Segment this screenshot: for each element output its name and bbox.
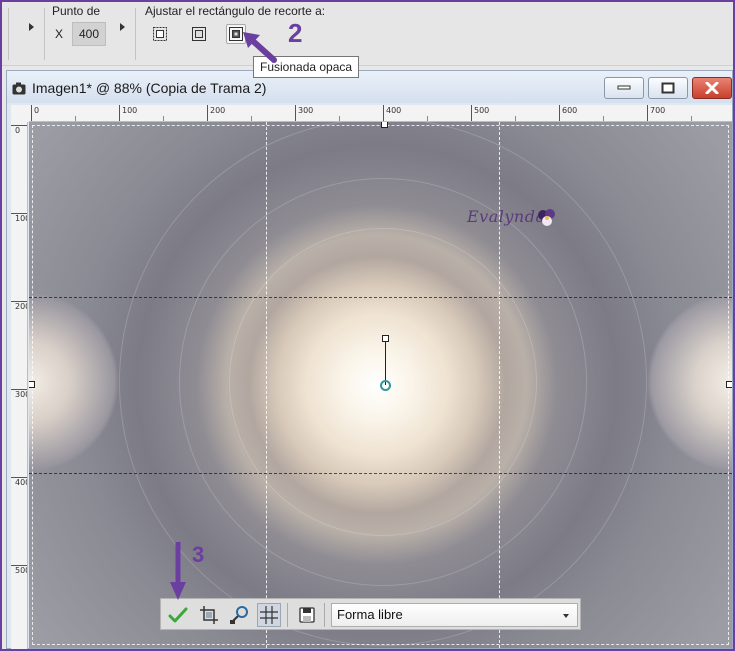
expand-arrow-icon[interactable]: [120, 23, 125, 31]
crop-handle-left[interactable]: [29, 381, 35, 388]
app-frame: Punto de X 400 Ajustar el rectángulo de …: [2, 2, 733, 649]
ruler-label: 500: [474, 106, 490, 115]
ruler-label: 300: [298, 106, 314, 115]
close-icon: [705, 82, 719, 94]
crop-handle-top[interactable]: [381, 122, 388, 128]
grid-toggle-icon: [260, 606, 278, 624]
point-x-input[interactable]: 400: [72, 22, 106, 46]
grid-toggle-button[interactable]: [257, 603, 281, 627]
x-label: X: [55, 27, 64, 41]
save-preset-button[interactable]: [295, 603, 319, 627]
expand-arrow-icon[interactable]: [29, 23, 34, 31]
document-window: Imagen1* @ 88% (Copia de Trama 2) 0 100 …: [6, 70, 733, 649]
fit-crop-label: Ajustar el rectángulo de recorte a:: [145, 4, 326, 18]
flower-logo-icon: [538, 209, 555, 226]
crop-grid-line: [499, 122, 500, 648]
crop-shape-value: Forma libre: [337, 607, 403, 622]
crop-grid-line: [29, 297, 732, 298]
crop-center-handle[interactable]: [380, 380, 391, 391]
annotation-arrow-icon: [170, 542, 186, 600]
ruler-label: 0: [15, 126, 21, 135]
point-label: Punto de: [52, 4, 101, 18]
maximize-button[interactable]: [648, 77, 688, 99]
save-preset-icon: [299, 607, 315, 623]
toolbar-divider: [8, 8, 9, 60]
ruler-label: 100: [15, 214, 27, 223]
ruler-label: 100: [122, 106, 138, 115]
ruler-corner: [11, 105, 29, 122]
annotation-step-2: 2: [288, 18, 303, 48]
crop-shape-select[interactable]: Forma libre: [331, 603, 578, 627]
annotation-step-3: 3: [192, 542, 205, 567]
chevron-down-icon: [563, 614, 569, 618]
crop-toolbar-divider: [324, 603, 325, 627]
ruler-label: 400: [386, 106, 402, 115]
apply-crop-button[interactable]: [166, 603, 190, 627]
document-titlebar[interactable]: Imagen1* @ 88% (Copia de Trama 2): [7, 71, 732, 103]
snap-to-button[interactable]: [227, 603, 251, 627]
tool-options-toolbar: Punto de X 400 Ajustar el rectángulo de …: [2, 2, 733, 66]
fit-to-layer-button[interactable]: [150, 24, 170, 44]
crop-as-new-image-icon: [200, 606, 218, 624]
fit-to-image-button[interactable]: [189, 24, 209, 44]
annotation-arrow-icon: [243, 32, 277, 63]
watermark: Evalynda: [467, 207, 546, 226]
fit-to-layer-icon: [153, 27, 167, 41]
ruler-label: 0: [34, 106, 40, 115]
crop-toolbar-divider: [287, 603, 288, 627]
horizontal-ruler: 0 100 200 300 400 500 600 700: [29, 105, 732, 122]
crop-toolbar: Forma libre: [160, 598, 581, 630]
toolbar-divider: [44, 8, 45, 60]
ruler-label: 300: [15, 390, 27, 399]
minimize-icon: [617, 85, 631, 90]
apply-checkmark-icon: [168, 607, 188, 623]
rotation-handle[interactable]: [382, 335, 389, 342]
ruler-label: 700: [650, 106, 666, 115]
rotation-line: [385, 339, 386, 385]
image-canvas[interactable]: Evalynda: [29, 122, 732, 648]
minimize-button[interactable]: [604, 77, 644, 99]
ruler-label: 500: [15, 566, 27, 575]
crop-grid-line: [29, 473, 732, 474]
ruler-label: 200: [15, 302, 27, 311]
maximize-icon: [661, 82, 675, 94]
fit-to-image-icon: [192, 27, 206, 41]
snap-to-icon: [230, 606, 248, 624]
crop-as-new-image-button[interactable]: [197, 603, 221, 627]
ruler-label: 400: [15, 478, 27, 487]
vertical-ruler: 0 100 200 300 400 500: [11, 122, 28, 649]
ruler-label: 200: [210, 106, 226, 115]
toolbar-divider: [135, 8, 136, 60]
document-title: Imagen1* @ 88% (Copia de Trama 2): [32, 80, 267, 96]
camera-icon: [12, 82, 26, 95]
close-button[interactable]: [692, 77, 732, 99]
ruler-label: 600: [562, 106, 578, 115]
crop-grid-line: [266, 122, 267, 648]
crop-handle-right[interactable]: [726, 381, 732, 388]
